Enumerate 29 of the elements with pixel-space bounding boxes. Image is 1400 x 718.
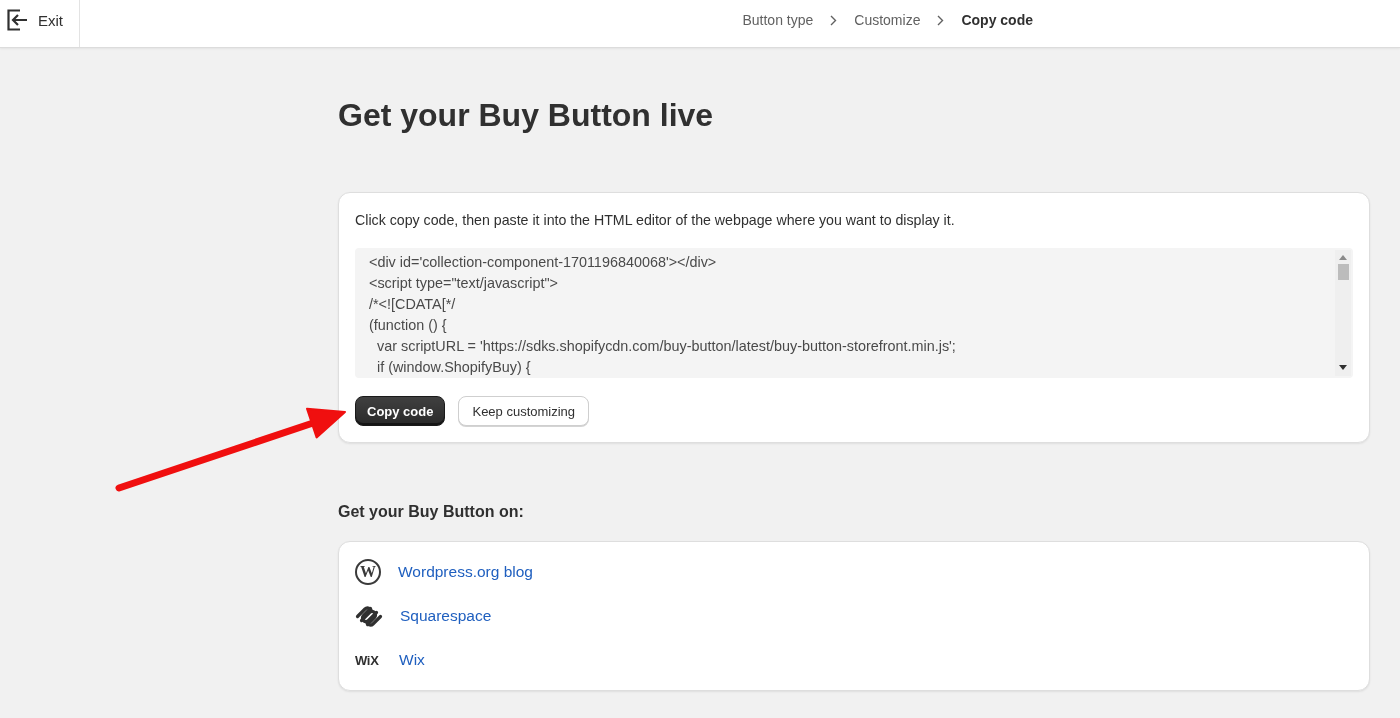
chevron-icon <box>830 14 838 26</box>
keep-customizing-button[interactable]: Keep customizing <box>458 396 590 426</box>
code-line: <script type="text/javascript"> <box>369 274 559 293</box>
code-line: (function () { <box>369 316 448 335</box>
copy-code-button[interactable]: Copy code <box>355 396 446 426</box>
scrollbar-thumb[interactable] <box>1337 264 1349 280</box>
circled-letter-logo: W <box>355 559 381 585</box>
chevron-icon <box>937 14 945 26</box>
breadcrumb-step[interactable]: Customize <box>854 12 921 28</box>
platform-link[interactable]: Wix <box>399 651 425 669</box>
platform-link[interactable]: Wordpress.org blog <box>398 563 533 581</box>
code-field[interactable] <box>355 248 1353 378</box>
exit-icon <box>7 9 29 31</box>
page-title: Get your Buy Button live <box>338 97 715 133</box>
scrollbar[interactable] <box>1335 250 1351 376</box>
exit-button[interactable]: Exit <box>0 0 80 47</box>
breadcrumb-step[interactable]: Copy code <box>961 12 1033 28</box>
breadcrumb-step[interactable]: Button type <box>742 12 814 28</box>
interlocked-loops-icon <box>355 603 383 629</box>
scroll-up-icon[interactable] <box>1339 255 1347 260</box>
platform-link[interactable]: Squarespace <box>400 607 492 625</box>
code-line: var scriptURL = 'https://sdks.shopifycdn.com/buy-button/latest/buy-button-storefront.min.js'; <box>376 337 957 356</box>
section-heading: Get your Buy Button on: <box>338 502 525 522</box>
instructions-text: Click copy code, then paste it into the HTML editor of the webpage where you want to display it. <box>355 211 956 230</box>
wordmark-logo: WiX <box>355 652 380 668</box>
scroll-down-icon[interactable] <box>1339 365 1347 370</box>
code-line: /*<![CDATA[*/ <box>369 295 457 314</box>
code-line: <div id='collection-component-1701196840068'></div> <box>369 253 718 272</box>
code-line: if (window.ShopifyBuy) { <box>376 358 532 377</box>
